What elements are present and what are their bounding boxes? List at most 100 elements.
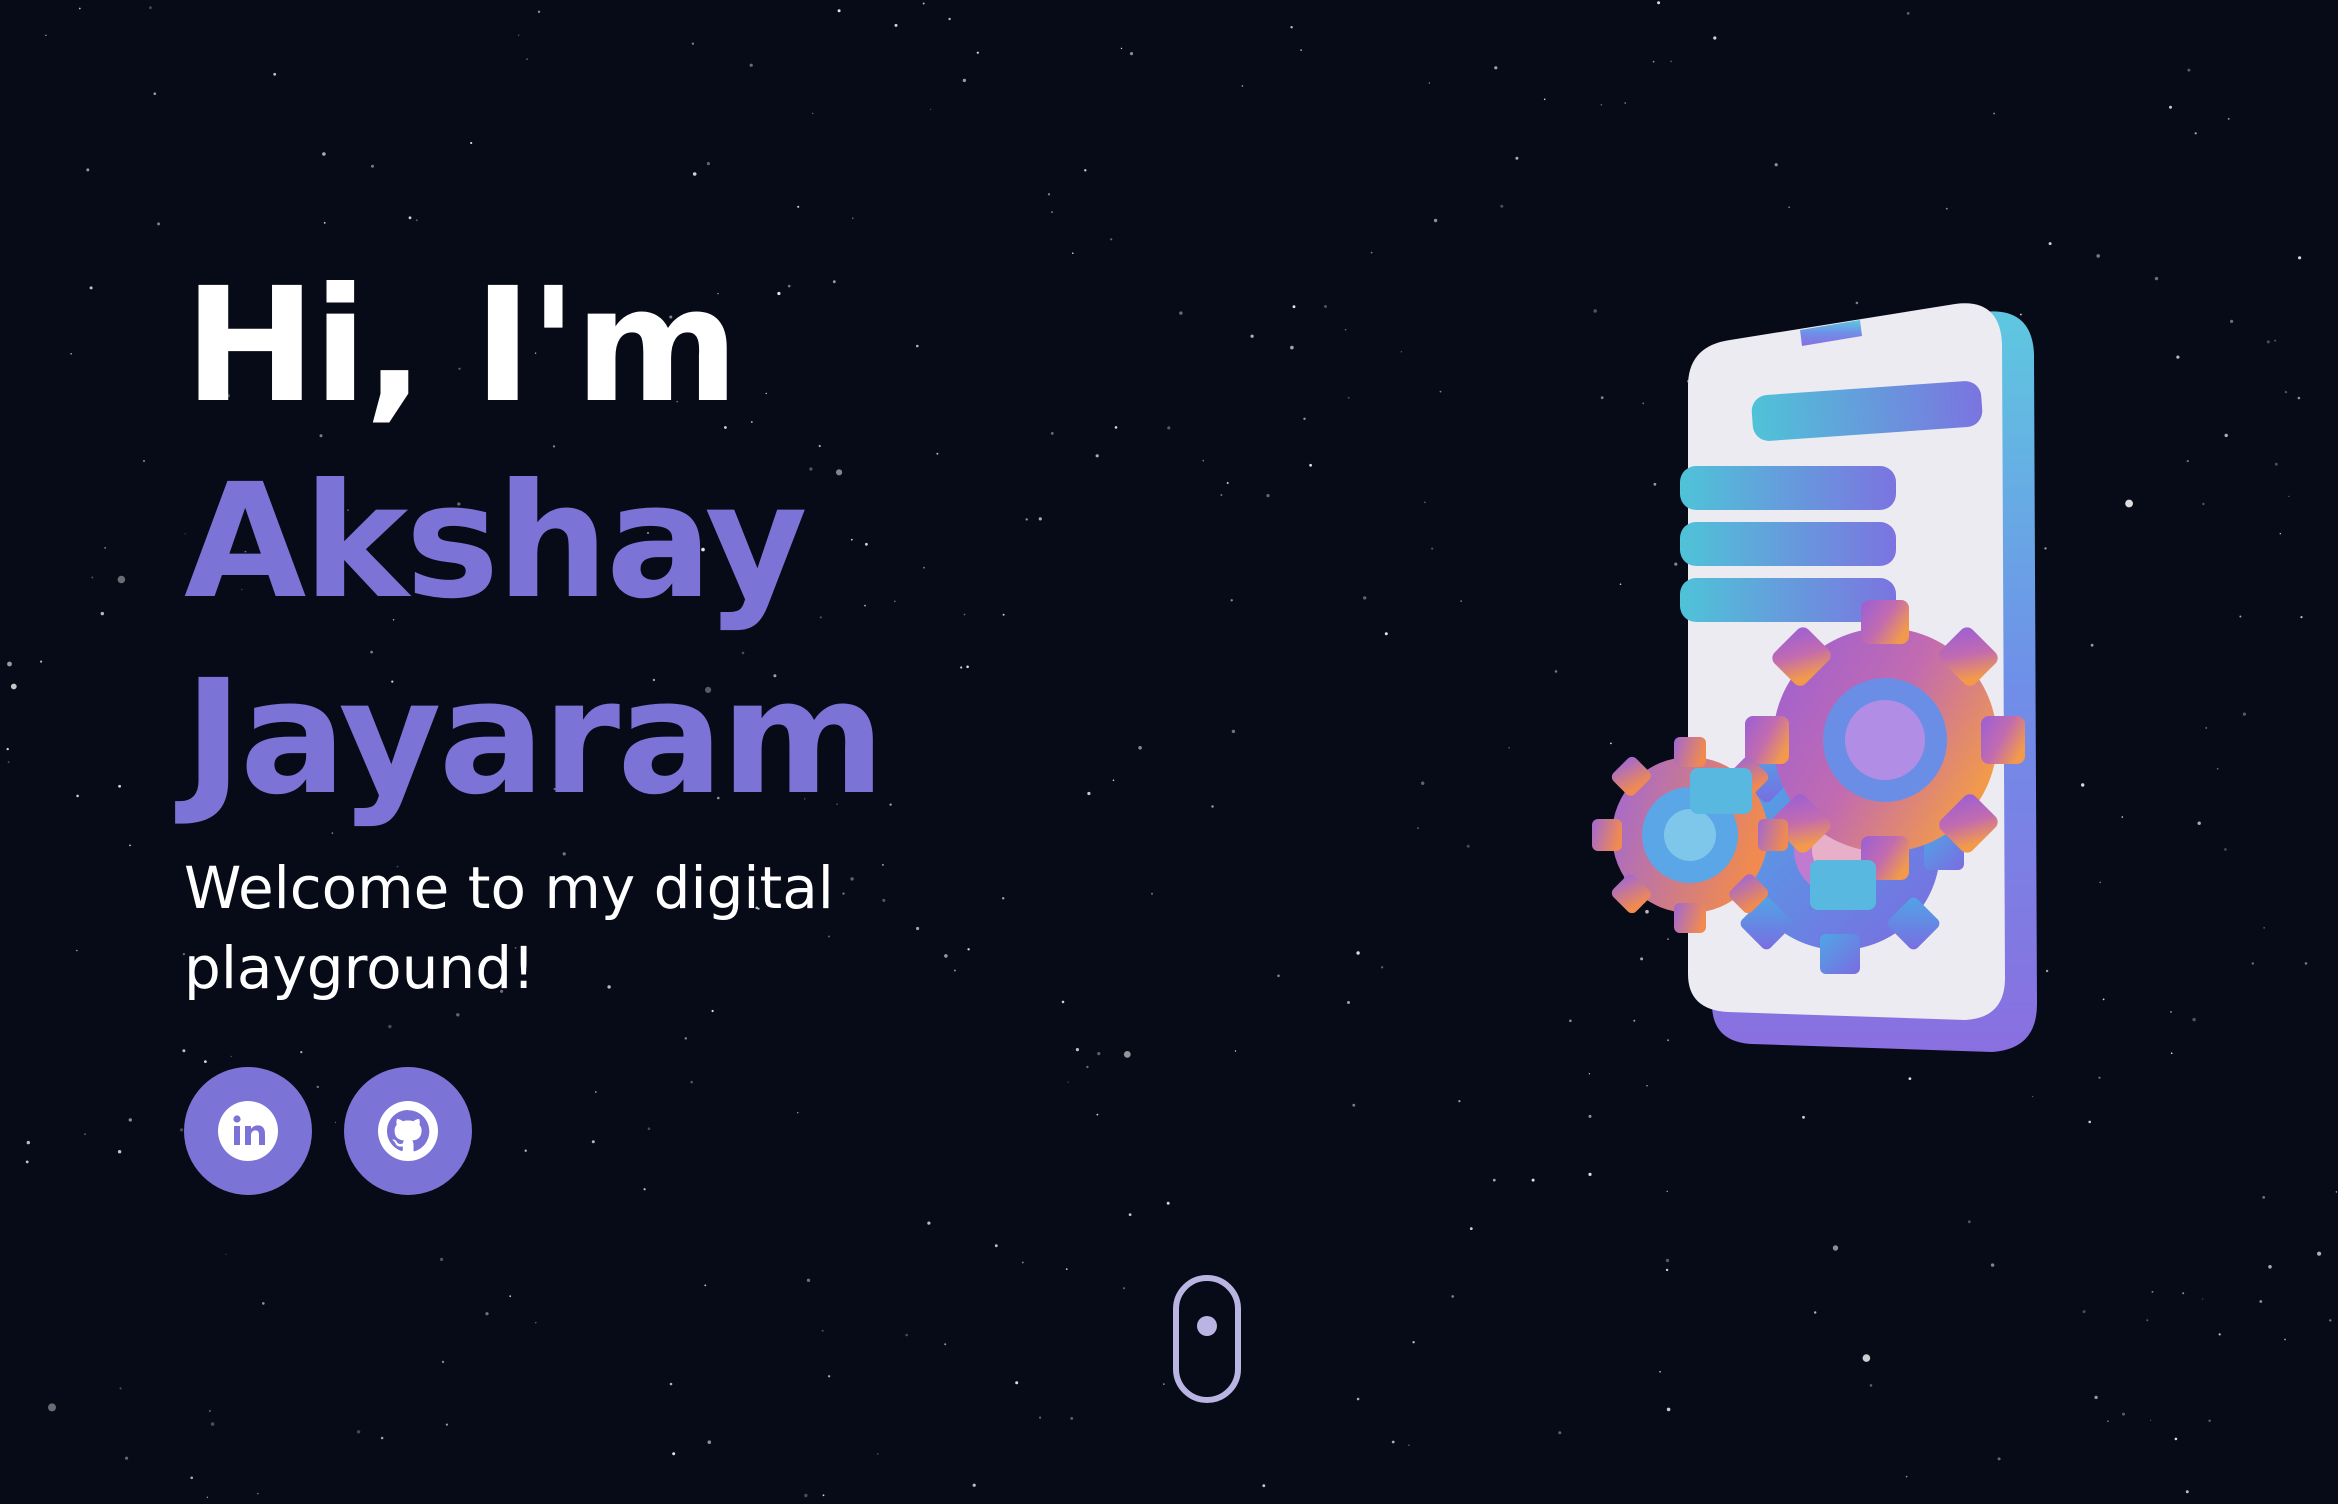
star — [894, 23, 898, 27]
star — [691, 42, 695, 45]
star — [1097, 1052, 1101, 1056]
star — [1163, 1383, 1165, 1385]
star — [1084, 169, 1087, 172]
star — [804, 1493, 808, 1498]
star — [877, 1453, 879, 1455]
star — [1021, 1261, 1024, 1264]
star — [822, 1494, 825, 1497]
linkedin-icon — [218, 1101, 278, 1161]
star — [1166, 1201, 1170, 1205]
star — [117, 575, 126, 584]
star — [922, 2, 925, 5]
star — [129, 844, 131, 847]
star — [2297, 396, 2301, 400]
star — [388, 1024, 392, 1029]
github-button[interactable] — [344, 1067, 472, 1195]
star — [322, 152, 326, 156]
star — [70, 353, 72, 355]
star — [84, 1133, 86, 1135]
star — [1624, 102, 1626, 104]
star — [2284, 390, 2288, 394]
star — [78, 7, 81, 10]
star — [1408, 1444, 1410, 1446]
star — [2169, 105, 2172, 109]
star — [692, 172, 697, 176]
star — [1652, 60, 1655, 63]
star — [6, 747, 9, 751]
star — [591, 1140, 595, 1144]
social-links — [184, 1067, 472, 1195]
star — [1086, 1065, 1089, 1069]
star — [408, 216, 412, 220]
star — [380, 1436, 384, 1440]
star — [2194, 132, 2197, 135]
star — [485, 1312, 489, 1316]
star — [518, 34, 520, 36]
star — [1659, 1370, 1661, 1373]
page: Hi, I'm Akshay Jayaram Welcome to my dig… — [0, 0, 2338, 1504]
star — [356, 1430, 361, 1434]
star — [2262, 1196, 2266, 1199]
star — [48, 1403, 56, 1412]
star — [1250, 334, 1254, 338]
star — [927, 1221, 931, 1225]
star — [647, 1127, 651, 1130]
star — [10, 683, 17, 690]
star — [119, 1387, 122, 1390]
star — [1588, 1172, 1592, 1176]
star — [1666, 1190, 1668, 1193]
linkedin-button[interactable] — [184, 1067, 312, 1195]
star — [262, 1302, 265, 1305]
star — [2317, 1251, 2322, 1256]
star — [1211, 805, 1214, 808]
star — [1179, 311, 1183, 315]
star — [1047, 193, 1051, 196]
star — [1990, 1263, 1995, 1267]
star — [1241, 85, 1244, 87]
star — [1906, 12, 1910, 15]
star — [837, 9, 841, 13]
star — [1110, 238, 1113, 241]
star — [1309, 463, 1312, 467]
star — [470, 141, 473, 145]
first-name-heading: Akshay — [184, 450, 808, 634]
star — [89, 286, 93, 290]
scroll-down-indicator[interactable] — [1172, 1274, 1242, 1404]
star — [2107, 1420, 2109, 1422]
star — [104, 547, 106, 549]
star — [806, 1278, 811, 1283]
star — [972, 1483, 976, 1487]
star — [1657, 1, 1661, 5]
star — [1713, 36, 1717, 40]
star — [1290, 345, 1294, 350]
star — [190, 1476, 193, 1480]
star — [1123, 1287, 1126, 1290]
star — [1802, 1115, 1805, 1119]
star — [2288, 495, 2290, 498]
star — [684, 1037, 687, 1040]
star — [2122, 1412, 2125, 1416]
star — [128, 1118, 132, 1122]
star — [225, 1253, 227, 1255]
scroll-wheel-dot — [1197, 1316, 1217, 1336]
star — [749, 63, 753, 67]
star — [1666, 1407, 1671, 1412]
star — [2274, 339, 2277, 342]
star — [1114, 426, 1118, 429]
star — [905, 1333, 908, 1337]
star — [445, 1423, 448, 1426]
phone-gears-illustration — [1592, 303, 2037, 1052]
star — [1067, 1081, 1069, 1083]
star — [76, 794, 79, 798]
star — [1039, 1416, 1042, 1419]
star — [812, 112, 814, 114]
star — [1226, 482, 1229, 484]
star — [1072, 252, 1074, 254]
star — [440, 1257, 444, 1261]
hero-section: Hi, I'm Akshay Jayaram Welcome to my dig… — [184, 248, 1044, 1008]
star — [2266, 340, 2270, 344]
star — [2263, 927, 2265, 929]
star — [2274, 462, 2278, 466]
star — [1324, 305, 1327, 308]
star — [1202, 459, 1205, 462]
